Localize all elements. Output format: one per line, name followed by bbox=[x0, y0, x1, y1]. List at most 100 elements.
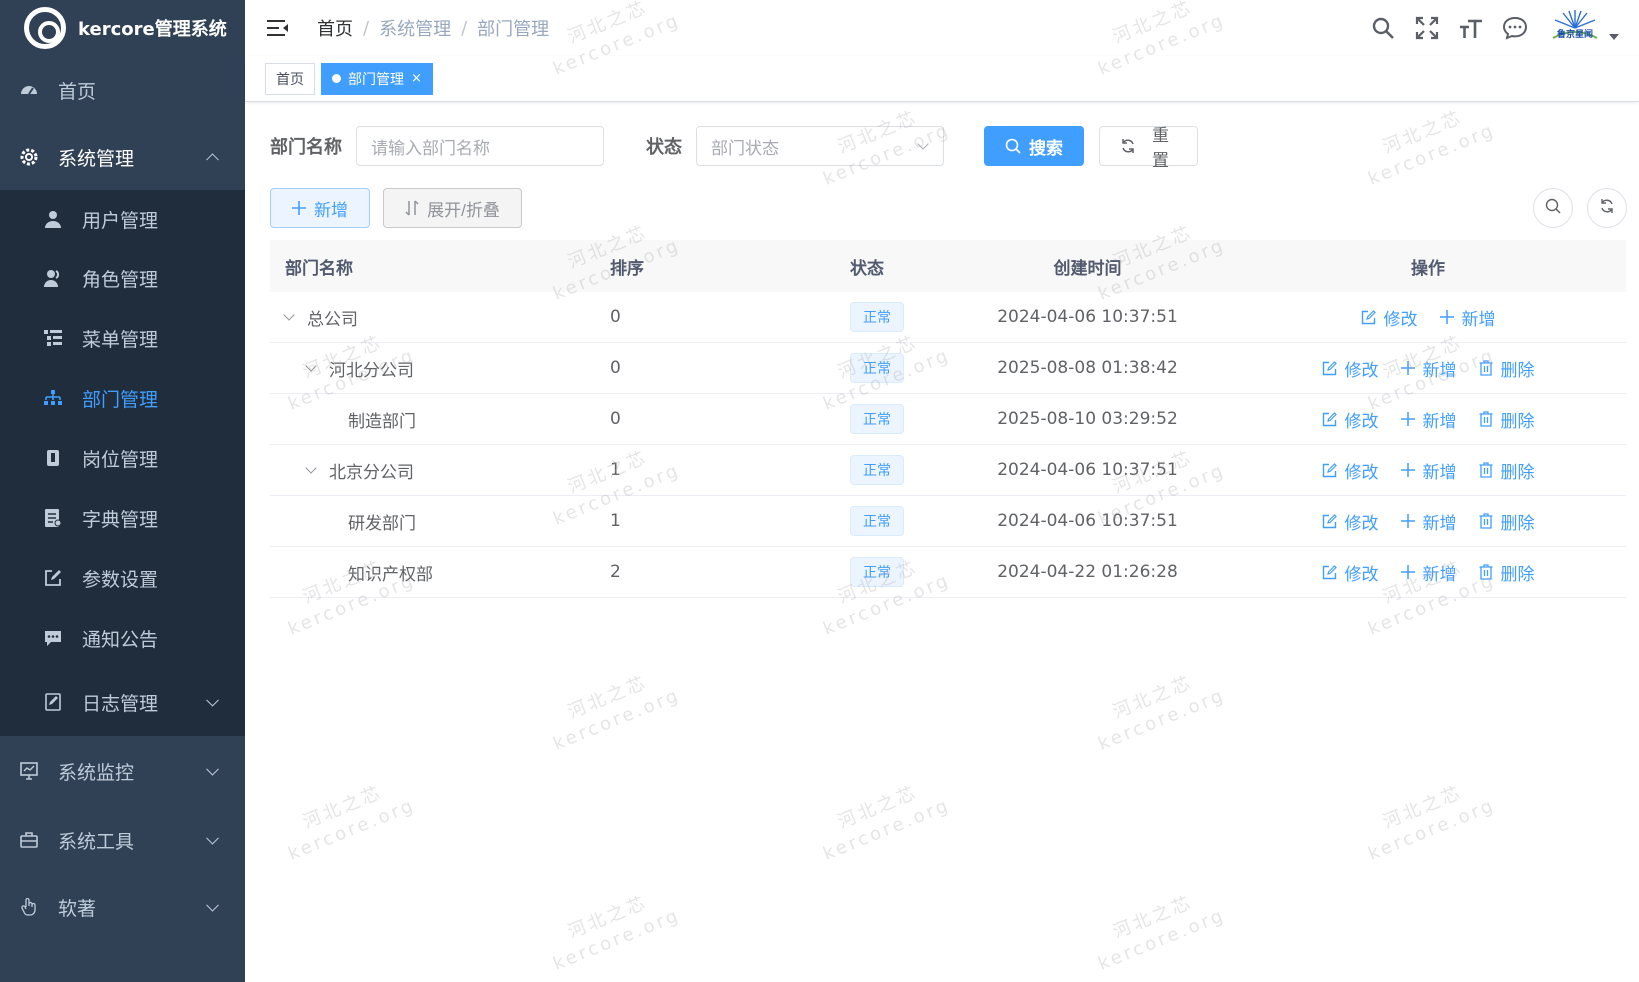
breadcrumb-separator: / bbox=[363, 17, 370, 39]
sidebar-item-monitor[interactable]: 系统监控 bbox=[0, 736, 245, 806]
cell-name: 河北分公司 bbox=[270, 356, 595, 381]
sidebar-item-logs[interactable]: 日志管理 bbox=[0, 668, 245, 736]
chevron-down-icon[interactable] bbox=[305, 462, 317, 474]
add-child-button[interactable]: 新增 bbox=[1400, 560, 1457, 585]
toggle-search-button[interactable] bbox=[1533, 188, 1573, 228]
cell-time: 2025-08-08 01:38:42 bbox=[997, 358, 1178, 378]
chevron-down-icon[interactable] bbox=[305, 360, 317, 372]
status-badge: 正常 bbox=[850, 353, 904, 383]
sidebar-item-users[interactable]: 用户管理 bbox=[0, 190, 245, 248]
search-button[interactable]: 搜索 bbox=[984, 126, 1084, 166]
delete-label: 删除 bbox=[1500, 360, 1535, 381]
breadcrumb-separator: / bbox=[461, 17, 468, 39]
dept-name: 制造部门 bbox=[348, 411, 416, 432]
reset-button[interactable]: 重置 bbox=[1099, 126, 1198, 170]
message-bubble-icon[interactable] bbox=[1493, 0, 1537, 56]
cell-ops: 修改 新增 bbox=[1230, 305, 1626, 330]
dept-name: 知识产权部 bbox=[348, 564, 433, 585]
sort-icon bbox=[405, 200, 419, 216]
sidebar-item-menus[interactable]: 菜单管理 bbox=[0, 308, 245, 368]
cell-ops: 修改 新增 删除 bbox=[1230, 560, 1626, 585]
status-select[interactable]: 部门状态 bbox=[696, 126, 944, 166]
breadcrumb-system: 系统管理 bbox=[379, 19, 452, 40]
search-icon bbox=[1545, 198, 1561, 218]
table-row: 河北分公司 0 正常 2025-08-08 01:38:42 修改 新增 删除 bbox=[270, 343, 1626, 394]
edit-button[interactable]: 修改 bbox=[1322, 509, 1379, 534]
edit-button[interactable]: 修改 bbox=[1322, 356, 1379, 381]
navbar: 首页 / 系统管理 / 部门管理 鲁京星闻 bbox=[245, 0, 1639, 56]
dept-name-input[interactable]: 请输入部门名称 bbox=[356, 126, 604, 166]
table-header: 部门名称 排序 状态 创建时间 操作 bbox=[270, 240, 1626, 292]
sidebar-item-notice[interactable]: 通知公告 bbox=[0, 608, 245, 668]
toolbox-icon bbox=[20, 831, 38, 849]
add-label: 新增 bbox=[1461, 309, 1496, 330]
gear-icon bbox=[20, 148, 38, 166]
cell-time: 2024-04-22 01:26:28 bbox=[997, 562, 1178, 582]
dept-name: 总公司 bbox=[307, 309, 358, 330]
sidebar-item-home[interactable]: 首页 bbox=[0, 56, 245, 124]
sidebar-item-config[interactable]: 参数设置 bbox=[0, 548, 245, 608]
chevron-down-icon[interactable] bbox=[283, 309, 295, 321]
cell-status: 正常 bbox=[835, 404, 945, 434]
plus-icon bbox=[1400, 514, 1415, 528]
sidebar-item-system[interactable]: 系统管理 bbox=[0, 124, 245, 190]
dept-table: 部门名称 排序 状态 创建时间 操作 总公司 0 正常 2024-04-06 1… bbox=[270, 240, 1626, 598]
trash-icon bbox=[1479, 462, 1493, 478]
font-size-icon[interactable] bbox=[1449, 0, 1493, 56]
dept-name: 北京分公司 bbox=[329, 462, 414, 483]
delete-button[interactable]: 删除 bbox=[1479, 560, 1535, 585]
delete-button[interactable]: 删除 bbox=[1479, 407, 1535, 432]
edit-label: 修改 bbox=[1344, 564, 1379, 585]
delete-button[interactable]: 删除 bbox=[1479, 356, 1535, 381]
sidebar-item-tool[interactable]: 系统工具 bbox=[0, 806, 245, 874]
add-child-button[interactable]: 新增 bbox=[1439, 305, 1496, 330]
edit-icon bbox=[1322, 411, 1337, 427]
cell-order: 1 bbox=[610, 460, 621, 480]
add-child-button[interactable]: 新增 bbox=[1400, 458, 1457, 483]
trash-icon bbox=[1479, 564, 1493, 580]
cell-order: 2 bbox=[610, 562, 621, 582]
search-button-label: 搜索 bbox=[1029, 138, 1063, 158]
refresh-button[interactable] bbox=[1587, 188, 1627, 228]
tag-current[interactable]: 部门管理 × bbox=[321, 62, 433, 95]
cell-order: 1 bbox=[610, 511, 621, 531]
fullscreen-icon[interactable] bbox=[1405, 0, 1449, 56]
hamburger-icon[interactable] bbox=[265, 16, 289, 40]
header-status: 状态 bbox=[850, 258, 884, 279]
breadcrumb-home[interactable]: 首页 bbox=[317, 15, 353, 41]
active-dot-icon bbox=[332, 74, 341, 83]
delete-label: 删除 bbox=[1500, 462, 1535, 483]
sidebar-item-roles[interactable]: 角色管理 bbox=[0, 248, 245, 308]
dashboard-icon bbox=[20, 81, 38, 99]
edit-button[interactable]: 修改 bbox=[1322, 458, 1379, 483]
status-badge: 正常 bbox=[850, 506, 904, 536]
logo[interactable]: kercore管理系统 bbox=[0, 0, 245, 56]
edit-button[interactable]: 修改 bbox=[1322, 407, 1379, 432]
add-child-button[interactable]: 新增 bbox=[1400, 407, 1457, 432]
edit-button[interactable]: 修改 bbox=[1361, 305, 1418, 330]
tag-home[interactable]: 首页 bbox=[265, 62, 315, 95]
sidebar-item-software[interactable]: 软著 bbox=[0, 874, 245, 940]
add-button[interactable]: 新增 bbox=[270, 188, 370, 228]
sidebar-item-posts[interactable]: 岗位管理 bbox=[0, 428, 245, 488]
sidebar-item-departments[interactable]: 部门管理 bbox=[0, 368, 245, 428]
expand-collapse-button[interactable]: 展开/折叠 bbox=[383, 188, 522, 228]
add-child-button[interactable]: 新增 bbox=[1400, 509, 1457, 534]
plus-icon bbox=[1400, 412, 1415, 426]
table-row: 北京分公司 1 正常 2024-04-06 10:37:51 修改 新增 删除 bbox=[270, 445, 1626, 496]
caret-down-icon[interactable] bbox=[1609, 34, 1619, 40]
add-child-button[interactable]: 新增 bbox=[1400, 356, 1457, 381]
avatar-text: 鲁京星闻 bbox=[1556, 29, 1593, 40]
cell-time: 2025-08-10 03:29:52 bbox=[997, 409, 1178, 429]
message-icon bbox=[44, 629, 62, 647]
status-badge: 正常 bbox=[850, 557, 904, 587]
edit-button[interactable]: 修改 bbox=[1322, 560, 1379, 585]
delete-button[interactable]: 删除 bbox=[1479, 509, 1535, 534]
search-icon[interactable] bbox=[1361, 0, 1405, 56]
delete-button[interactable]: 删除 bbox=[1479, 458, 1535, 483]
cell-time: 2024-04-06 10:37:51 bbox=[997, 307, 1178, 327]
refresh-icon bbox=[1120, 138, 1136, 154]
close-icon[interactable]: × bbox=[411, 71, 422, 86]
sidebar-item-dict[interactable]: 字典管理 bbox=[0, 488, 245, 548]
avatar[interactable]: 鲁京星闻 bbox=[1547, 8, 1603, 48]
